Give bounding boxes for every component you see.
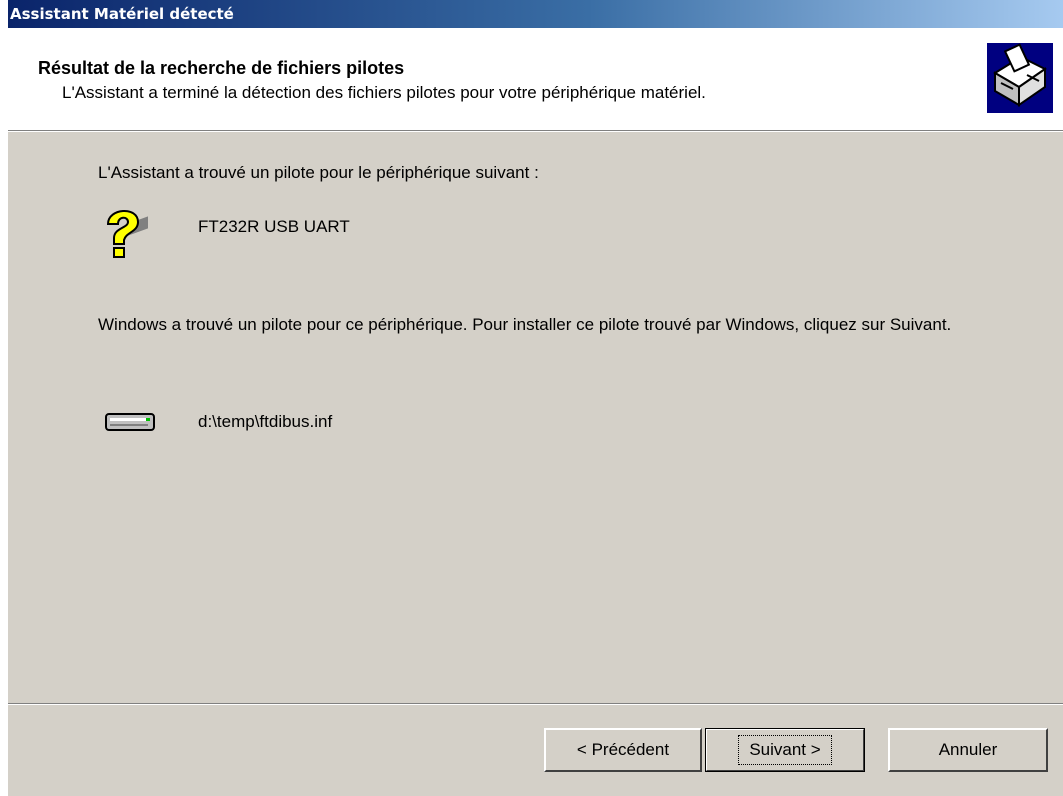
driver-path: d:\temp\ftdibus.inf bbox=[198, 412, 333, 431]
disk-drive-icon bbox=[105, 413, 155, 431]
next-button-label: Suivant > bbox=[738, 735, 832, 765]
hardware-wizard-window: Assistant Matériel détecté Résultat de l… bbox=[0, 0, 1063, 796]
back-button-label: < Précédent bbox=[576, 740, 670, 759]
next-button[interactable]: Suivant > bbox=[705, 728, 865, 772]
device-name: FT232R USB UART bbox=[198, 217, 350, 236]
back-button[interactable]: < Précédent bbox=[544, 728, 702, 772]
cancel-button-label: Annuler bbox=[938, 740, 998, 759]
cancel-button[interactable]: Annuler bbox=[888, 728, 1048, 772]
title-bar[interactable]: Assistant Matériel détecté bbox=[8, 0, 1063, 28]
install-message: Windows a trouvé un pilote pour ce périp… bbox=[98, 315, 952, 334]
hardware-wizard-icon bbox=[987, 43, 1053, 113]
window-title: Assistant Matériel détecté bbox=[10, 5, 234, 23]
header-subtitle: L'Assistant a terminé la détection des f… bbox=[62, 83, 706, 102]
unknown-device-icon bbox=[106, 210, 148, 258]
header-title: Résultat de la recherche de fichiers pil… bbox=[38, 58, 405, 78]
intro-text: L'Assistant a trouvé un pilote pour le p… bbox=[98, 163, 539, 182]
footer-separator bbox=[8, 703, 1063, 705]
wizard-header: Résultat de la recherche de fichiers pil… bbox=[8, 28, 1063, 131]
